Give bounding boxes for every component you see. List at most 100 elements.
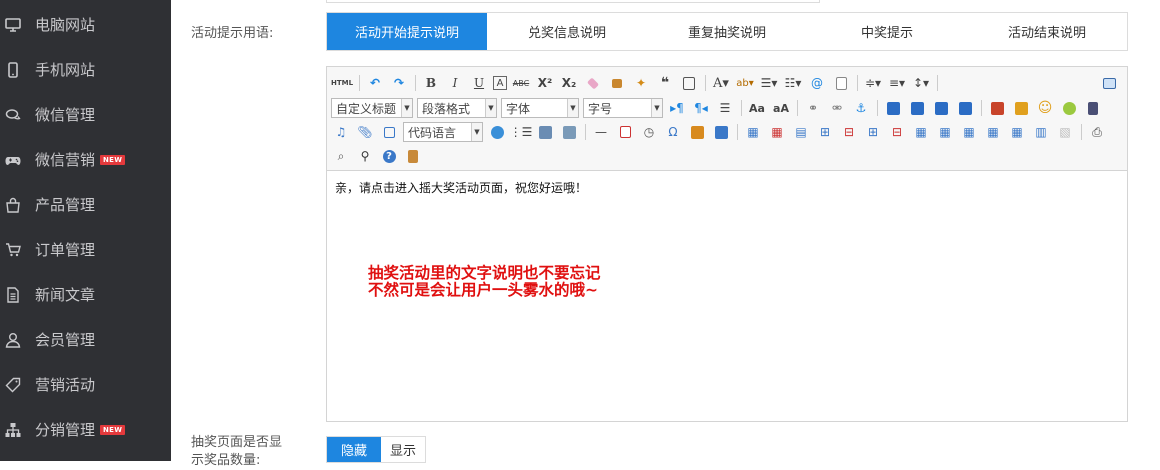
split-cols-icon[interactable]: ▥ [1031, 122, 1051, 142]
special-char-icon[interactable]: Ω [663, 122, 683, 142]
rtl-icon[interactable]: ¶◂ [691, 98, 711, 118]
sidebar-item-orders[interactable]: 订单管理 [0, 227, 171, 272]
code-language-select[interactable]: 代码语言 ▼ [403, 122, 483, 142]
blockquote-icon[interactable]: ❝ [655, 73, 675, 93]
uppercase-icon[interactable]: Aa [747, 98, 767, 118]
print-icon[interactable]: ⎙ [1087, 122, 1107, 142]
anchor-icon[interactable]: ⚓ [851, 98, 871, 118]
superscript-icon[interactable]: X² [535, 73, 555, 93]
editor-content[interactable]: 亲，请点击进入摇大奖活动页面，祝您好运哦！ [335, 179, 587, 196]
insert-video-icon[interactable] [1083, 98, 1103, 118]
image-left-icon[interactable] [907, 98, 927, 118]
map-icon[interactable] [487, 122, 507, 142]
tab-win-tip[interactable]: 中奖提示 [807, 13, 967, 50]
strikethrough-icon[interactable]: ABC [511, 73, 531, 93]
subscript-icon[interactable]: X₂ [559, 73, 579, 93]
highlight-icon[interactable]: ab▾ [735, 73, 755, 93]
insert-frame-icon[interactable] [379, 122, 399, 142]
tab-redeem-info[interactable]: 兑奖信息说明 [487, 13, 647, 50]
horizontal-rule-icon[interactable]: — [591, 122, 611, 142]
toolbar-separator [585, 124, 586, 140]
ordered-list-icon[interactable]: ☰▾ [759, 73, 779, 93]
web-image-icon[interactable] [711, 122, 731, 142]
show-option[interactable]: 显示 [381, 437, 425, 462]
undo-icon[interactable]: ↶ [365, 73, 385, 93]
sidebar-item-wechat-manage[interactable]: 微信管理 [0, 92, 171, 137]
lowercase-icon[interactable]: aA [771, 98, 791, 118]
tab-start-tip[interactable]: 活动开始提示说明 [327, 13, 487, 50]
time-icon[interactable]: ◷ [639, 122, 659, 142]
tab-end-tip[interactable]: 活动结束说明 [967, 13, 1127, 50]
rich-text-editor[interactable]: HTML ↶ ↷ B I U A ABC X² X₂ ✦ ❝ A▾ ab▾ ☰▾… [326, 66, 1128, 422]
page-break-icon[interactable]: ⋮☰ [510, 122, 533, 142]
sidebar-item-products[interactable]: 产品管理 [0, 182, 171, 227]
unordered-list-icon[interactable]: ☷▾ [783, 73, 803, 93]
link-icon[interactable]: ⚭ [803, 98, 823, 118]
drafts-icon[interactable] [403, 146, 423, 166]
email-link-icon[interactable]: @ [807, 73, 827, 93]
attachment-icon[interactable]: 📎︎ [355, 122, 375, 142]
font-size-select[interactable]: 字号 ▼ [583, 98, 663, 118]
custom-title-select[interactable]: 自定义标题 ▼ [331, 98, 413, 118]
paste-plain-icon[interactable] [679, 73, 699, 93]
merge-down-icon[interactable]: ▦ [959, 122, 979, 142]
template-icon[interactable] [535, 122, 555, 142]
merge-right-icon[interactable]: ▦ [935, 122, 955, 142]
music-icon[interactable]: ♫ [331, 122, 351, 142]
chart-icon[interactable]: ▧ [1055, 122, 1075, 142]
scrawl-icon[interactable] [1059, 98, 1079, 118]
clear-doc-icon[interactable] [831, 73, 851, 93]
split-rows-icon[interactable]: ▦ [1007, 122, 1027, 142]
sidebar-item-wechat-marketing[interactable]: 微信营销 NEW [0, 137, 171, 182]
row-spacing-top-icon[interactable]: ≑▾ [863, 73, 883, 93]
auto-format-icon[interactable]: ✦ [631, 73, 651, 93]
format-brush-icon[interactable] [607, 73, 627, 93]
date-icon[interactable] [615, 122, 635, 142]
image-center-icon[interactable] [955, 98, 975, 118]
line-height-icon[interactable]: ↕▾ [911, 73, 931, 93]
image-right-icon[interactable] [931, 98, 951, 118]
sidebar-item-distribution[interactable]: 分销管理 NEW [0, 407, 171, 452]
paragraph-format-select[interactable]: 段落格式 ▼ [417, 98, 497, 118]
sidebar-item-members[interactable]: 会员管理 [0, 317, 171, 362]
tab-repeat-draw[interactable]: 重复抽奖说明 [647, 13, 807, 50]
unlink-icon[interactable]: ⚮ [827, 98, 847, 118]
merge-cells-icon[interactable]: ▦ [911, 122, 931, 142]
hide-option[interactable]: 隐藏 [327, 437, 381, 462]
indent-icon[interactable]: ☰ [715, 98, 735, 118]
insert-row-icon[interactable]: ⊞ [815, 122, 835, 142]
font-family-select[interactable]: 字体 ▼ [501, 98, 579, 118]
delete-row-icon[interactable]: ⊟ [839, 122, 859, 142]
preview-icon[interactable]: ⌕ [331, 146, 351, 166]
redo-icon[interactable]: ↷ [389, 73, 409, 93]
search-replace-icon[interactable] [687, 122, 707, 142]
toolbar-separator [857, 75, 858, 91]
eraser-icon[interactable] [583, 73, 603, 93]
html-source-button[interactable]: HTML [331, 73, 353, 93]
insert-table-icon[interactable]: ▦ [743, 122, 763, 142]
font-border-icon[interactable]: A [493, 76, 507, 90]
underline-icon[interactable]: U [469, 73, 489, 93]
fullscreen-icon[interactable] [1099, 73, 1119, 93]
sidebar-item-pc-site[interactable]: 电脑网站 [0, 2, 171, 47]
ltr-icon[interactable]: ▸¶ [667, 98, 687, 118]
background-icon[interactable] [559, 122, 579, 142]
bold-icon[interactable]: B [421, 73, 441, 93]
insert-col-icon[interactable]: ⊞ [863, 122, 883, 142]
image-none-icon[interactable] [883, 98, 903, 118]
emotion-icon[interactable]: ☺ [1035, 98, 1055, 118]
split-cells-icon[interactable]: ▦ [983, 122, 1003, 142]
help-icon[interactable]: ? [379, 146, 399, 166]
italic-icon[interactable]: I [445, 73, 465, 93]
row-spacing-bottom-icon[interactable]: ≡▾ [887, 73, 907, 93]
find-icon[interactable]: ⚲ [355, 146, 375, 166]
sidebar-item-marketing[interactable]: 营销活动 [0, 362, 171, 407]
insert-image-icon[interactable] [1011, 98, 1031, 118]
simple-upload-icon[interactable] [987, 98, 1007, 118]
table-caption-icon[interactable]: ▤ [791, 122, 811, 142]
sidebar-item-news[interactable]: 新闻文章 [0, 272, 171, 317]
sidebar-item-mobile-site[interactable]: 手机网站 [0, 47, 171, 92]
delete-table-icon[interactable]: ▦ [767, 122, 787, 142]
delete-col-icon[interactable]: ⊟ [887, 122, 907, 142]
font-color-icon[interactable]: A▾ [711, 73, 731, 93]
